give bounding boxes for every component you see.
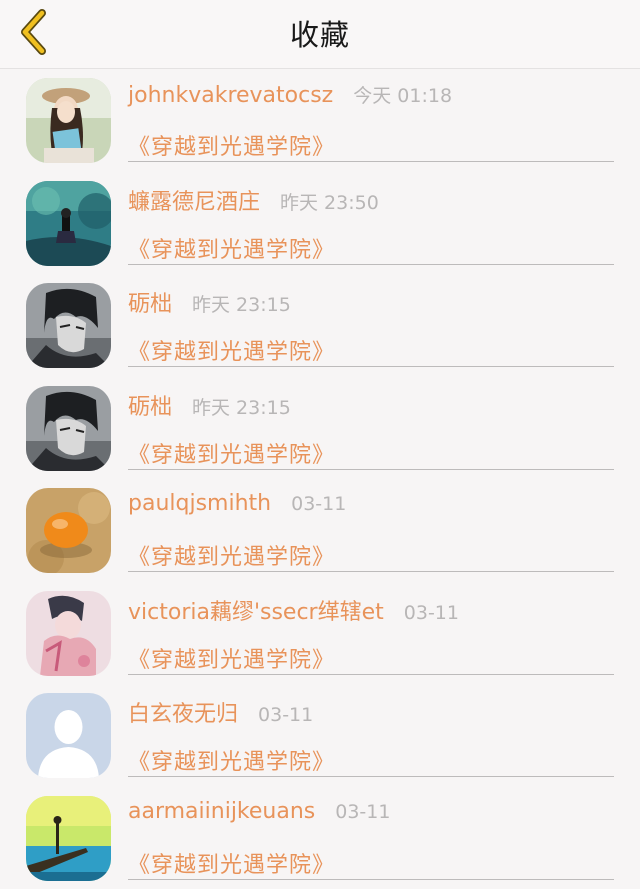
username[interactable]: 白玄夜无归 — [128, 696, 238, 728]
timestamp: 03-11 — [291, 493, 346, 515]
avatar[interactable] — [26, 78, 111, 163]
list-item[interactable]: johnkvakrevatocsz 今天 01:18 《穿越到光遇学院》 — [0, 69, 640, 172]
pink-figure-avatar — [26, 591, 111, 676]
item-meta: victoria藕缪'ssecr缂辖et 03-11 — [128, 594, 459, 626]
divider — [128, 879, 614, 880]
book-title[interactable]: 《穿越到光遇学院》 — [128, 539, 335, 571]
username[interactable]: paulqjsmihth — [128, 491, 271, 516]
list-item[interactable]: 砺柮 昨天 23:15 《穿越到光遇学院》 — [0, 274, 640, 377]
page-title: 收藏 — [0, 12, 640, 54]
username[interactable]: 蠊露德尼酒庄 — [128, 184, 260, 216]
list-item[interactable]: paulqjsmihth 03-11 《穿越到光遇学院》 — [0, 479, 640, 582]
username[interactable]: aarmaiinijkeuans — [128, 799, 315, 824]
favorites-list: johnkvakrevatocsz 今天 01:18 《穿越到光遇学院》 蠊露德… — [0, 69, 640, 889]
girl-with-book-avatar — [26, 78, 111, 163]
book-title[interactable]: 《穿越到光遇学院》 — [128, 642, 335, 674]
item-meta: johnkvakrevatocsz 今天 01:18 — [128, 81, 452, 113]
divider — [128, 776, 614, 777]
book-title[interactable]: 《穿越到光遇学院》 — [128, 437, 335, 469]
pier-sea-avatar — [26, 796, 111, 881]
divider — [128, 264, 614, 265]
username[interactable]: 砺柮 — [128, 286, 172, 318]
avatar[interactable] — [26, 693, 111, 778]
anime-boy-avatar — [26, 386, 111, 471]
egg-avatar — [26, 488, 111, 573]
default-user-avatar — [26, 693, 111, 778]
timestamp: 03-11 — [258, 704, 313, 726]
teal-scene-avatar — [26, 181, 111, 266]
item-meta: 砺柮 昨天 23:15 — [128, 389, 291, 421]
item-meta: 砺柮 昨天 23:15 — [128, 286, 291, 318]
list-item[interactable]: 砺柮 昨天 23:15 《穿越到光遇学院》 — [0, 377, 640, 480]
timestamp: 今天 01:18 — [353, 81, 452, 108]
avatar[interactable] — [26, 181, 111, 266]
divider — [128, 674, 614, 675]
divider — [128, 469, 614, 470]
username[interactable]: 砺柮 — [128, 389, 172, 421]
item-meta: paulqjsmihth 03-11 — [128, 491, 346, 523]
book-title[interactable]: 《穿越到光遇学院》 — [128, 232, 335, 264]
item-meta: 白玄夜无归 03-11 — [128, 696, 313, 728]
timestamp: 昨天 23:15 — [192, 290, 291, 317]
timestamp: 03-11 — [404, 602, 459, 624]
divider — [128, 366, 614, 367]
list-item[interactable]: 蠊露德尼酒庄 昨天 23:50 《穿越到光遇学院》 — [0, 172, 640, 275]
list-item[interactable]: victoria藕缪'ssecr缂辖et 03-11 《穿越到光遇学院》 — [0, 582, 640, 685]
list-item[interactable]: aarmaiinijkeuans 03-11 《穿越到光遇学院》 — [0, 787, 640, 889]
book-title[interactable]: 《穿越到光遇学院》 — [128, 334, 335, 366]
avatar[interactable] — [26, 386, 111, 471]
item-meta: 蠊露德尼酒庄 昨天 23:50 — [128, 184, 379, 216]
divider — [128, 161, 614, 162]
avatar[interactable] — [26, 591, 111, 676]
timestamp: 昨天 23:15 — [192, 393, 291, 420]
item-meta: aarmaiinijkeuans 03-11 — [128, 799, 390, 831]
list-item[interactable]: 白玄夜无归 03-11 《穿越到光遇学院》 — [0, 684, 640, 787]
timestamp: 03-11 — [335, 801, 390, 823]
timestamp: 昨天 23:50 — [280, 188, 379, 215]
anime-boy-avatar — [26, 283, 111, 368]
book-title[interactable]: 《穿越到光遇学院》 — [128, 744, 335, 776]
avatar[interactable] — [26, 283, 111, 368]
divider — [128, 571, 614, 572]
avatar[interactable] — [26, 488, 111, 573]
book-title[interactable]: 《穿越到光遇学院》 — [128, 129, 335, 161]
username[interactable]: johnkvakrevatocsz — [128, 83, 333, 108]
book-title[interactable]: 《穿越到光遇学院》 — [128, 847, 335, 879]
avatar[interactable] — [26, 796, 111, 881]
nav-bar: 收藏 — [0, 0, 640, 69]
username[interactable]: victoria藕缪'ssecr缂辖et — [128, 594, 384, 626]
